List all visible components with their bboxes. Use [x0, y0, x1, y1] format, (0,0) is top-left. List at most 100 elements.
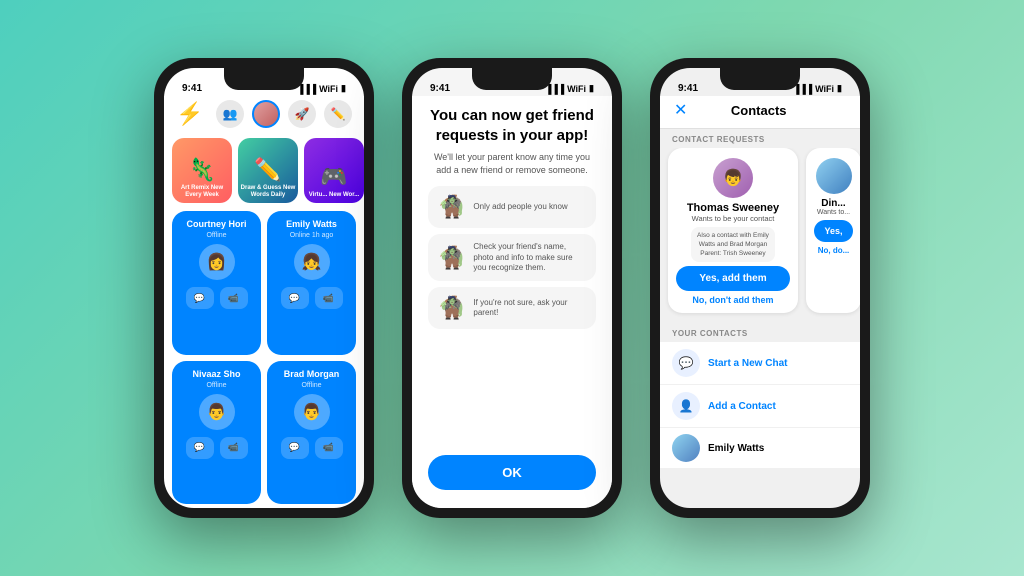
time-1: 9:41 [182, 83, 202, 94]
game3-icon: 🎮 [320, 164, 347, 190]
info-text-2: Check your friend's name, photo and info… [473, 242, 586, 273]
contact-nivaaz[interactable]: Nivaaz Sho Offline 👨 💬 📹 [172, 361, 261, 505]
brad-avatar: 👨 [294, 394, 330, 430]
wifi-icon: WiFi [319, 84, 338, 94]
your-contacts-section: YOUR CONTACTS 💬 Start a New Chat 👤 Add a… [660, 321, 860, 468]
status-icons-2: ▐▐▐ WiFi ▮ [545, 83, 594, 94]
info-icon-3: 🧌 [438, 295, 465, 321]
thomas-avatar: 👦 [713, 158, 753, 198]
friend-request-subtitle: We'll let your parent know any time you … [428, 151, 596, 176]
courtney-avatar: 👩 [199, 244, 235, 280]
contact-courtney[interactable]: Courtney Hori Offline 👩 💬 📹 [172, 211, 261, 355]
emily-contact-row[interactable]: Emily Watts [660, 428, 860, 468]
start-chat-row[interactable]: 💬 Start a New Chat [660, 342, 860, 384]
edit-icon[interactable]: ✏️ [324, 100, 352, 128]
nivaaz-actions: 💬 📹 [186, 437, 248, 459]
contact-requests-label: CONTACT REQUESTS [660, 129, 860, 148]
friend-request-title: You can now get friend requests in your … [428, 106, 596, 145]
notch-1 [224, 68, 304, 90]
people-icon[interactable]: 👥 [216, 100, 244, 128]
phone-3: 9:41 ▐▐▐ WiFi ▮ ✕ Contacts CONTACT REQUE… [650, 58, 870, 518]
nivaaz-chat[interactable]: 💬 [186, 437, 214, 459]
brad-video[interactable]: 📹 [315, 437, 343, 459]
close-button[interactable]: ✕ [674, 100, 687, 120]
thomas-yes-button[interactable]: Yes, add them [676, 266, 790, 291]
brad-actions: 💬 📹 [281, 437, 343, 459]
contact-brad[interactable]: Brad Morgan Offline 👨 💬 📹 [267, 361, 356, 505]
add-contact-label: Add a Contact [708, 401, 776, 412]
emily-chat[interactable]: 💬 [281, 287, 309, 309]
nivaaz-video[interactable]: 📹 [220, 437, 248, 459]
phone3-body: CONTACT REQUESTS 👦 Thomas Sweeney Wants … [660, 129, 860, 508]
emily-avatar: 👧 [294, 244, 330, 280]
contacts-title: Contacts [731, 103, 787, 118]
request-card-din: Din... Wants to... Yes, No, do... [806, 148, 860, 313]
courtney-video[interactable]: 📹 [220, 287, 248, 309]
din-no-button[interactable]: No, do... [818, 246, 850, 255]
emily-list-name: Emily Watts [708, 443, 764, 454]
game-virtual[interactable]: 🎮 Virtu... New Wor... [304, 138, 364, 203]
emily-actions: 💬 📹 [281, 287, 343, 309]
contact-emily[interactable]: Emily Watts Online 1h ago 👧 💬 📹 [267, 211, 356, 355]
battery-icon: ▮ [341, 83, 346, 94]
emily-list-avatar [672, 434, 700, 462]
chat-action-icon: 💬 [672, 349, 700, 377]
battery-icon-2: ▮ [589, 83, 594, 94]
thomas-subtitle: Wants to be your contact [692, 214, 775, 223]
rocket-icon[interactable]: 🚀 [288, 100, 316, 128]
thomas-parent: Parent: Trish Sweeney [700, 250, 765, 257]
phone3-header: ✕ Contacts [660, 96, 860, 129]
wifi-icon-2: WiFi [567, 84, 586, 94]
thomas-name: Thomas Sweeney [687, 202, 779, 214]
status-icons-3: ▐▐▐ WiFi ▮ [793, 83, 842, 94]
info-text-3: If you're not sure, ask your parent! [473, 298, 586, 319]
brad-chat[interactable]: 💬 [281, 437, 309, 459]
your-contacts-label: YOUR CONTACTS [660, 323, 860, 342]
phone2-content: You can now get friend requests in your … [412, 96, 612, 508]
emily-video[interactable]: 📹 [315, 287, 343, 309]
din-avatar [816, 158, 852, 194]
start-chat-label: Start a New Chat [708, 358, 787, 369]
thomas-info: Also a contact with Emily Watts and Brad… [691, 227, 775, 262]
info-icon-2: 🧌 [438, 245, 465, 271]
add-contact-row[interactable]: 👤 Add a Contact [660, 385, 860, 427]
ok-button[interactable]: OK [428, 455, 596, 490]
games-row: 🦎 Art Remix New Every Week ✏️ Draw & Gue… [164, 134, 364, 207]
nivaaz-avatar: 👨 [199, 394, 235, 430]
info-item-2: 🧌 Check your friend's name, photo and in… [428, 234, 596, 281]
status-icons-1: ▐▐▐ WiFi ▮ [297, 83, 346, 94]
phone-2: 9:41 ▐▐▐ WiFi ▮ You can now get friend r… [402, 58, 622, 518]
add-contact-icon: 👤 [672, 392, 700, 420]
contacts-grid: Courtney Hori Offline 👩 💬 📹 Emily Watts … [164, 207, 364, 508]
header-icons: 👥 🚀 ✏️ [216, 100, 352, 128]
notch-2 [472, 68, 552, 90]
phone-1: 9:41 ▐▐▐ WiFi ▮ ⚡ 👥 🚀 ✏️ 🦎 [154, 58, 374, 518]
din-yes-button[interactable]: Yes, [814, 220, 853, 242]
info-text-1: Only add people you know [473, 202, 567, 212]
din-name: Din... [821, 198, 845, 209]
user-avatar[interactable] [252, 100, 280, 128]
thomas-no-button[interactable]: No, don't add them [692, 295, 773, 305]
thomas-info-line2: Watts and Brad Morgan [699, 241, 767, 248]
thomas-info-line1: Also a contact with Emily [697, 232, 769, 239]
messenger-logo: ⚡ [176, 101, 203, 127]
request-card-thomas: 👦 Thomas Sweeney Wants to be your contac… [668, 148, 798, 313]
game1-icon: 🦎 [188, 157, 215, 183]
time-2: 9:41 [430, 83, 450, 94]
courtney-chat[interactable]: 💬 [186, 287, 214, 309]
din-subtitle: Wants to... [817, 209, 850, 216]
contact-requests-row: 👦 Thomas Sweeney Wants to be your contac… [660, 148, 860, 321]
info-icon-1: 🧌 [438, 194, 465, 220]
wifi-icon-3: WiFi [815, 84, 834, 94]
info-item-1: 🧌 Only add people you know [428, 186, 596, 228]
time-3: 9:41 [678, 83, 698, 94]
phones-container: 9:41 ▐▐▐ WiFi ▮ ⚡ 👥 🚀 ✏️ 🦎 [154, 58, 870, 518]
courtney-actions: 💬 📹 [186, 287, 248, 309]
battery-icon-3: ▮ [837, 83, 842, 94]
game2-icon: ✏️ [254, 157, 281, 183]
game-art-remix[interactable]: 🦎 Art Remix New Every Week [172, 138, 232, 203]
info-item-3: 🧌 If you're not sure, ask your parent! [428, 287, 596, 329]
notch-3 [720, 68, 800, 90]
game-draw-guess[interactable]: ✏️ Draw & Guess New Words Daily [238, 138, 298, 203]
phone1-header: ⚡ 👥 🚀 ✏️ [164, 96, 364, 134]
